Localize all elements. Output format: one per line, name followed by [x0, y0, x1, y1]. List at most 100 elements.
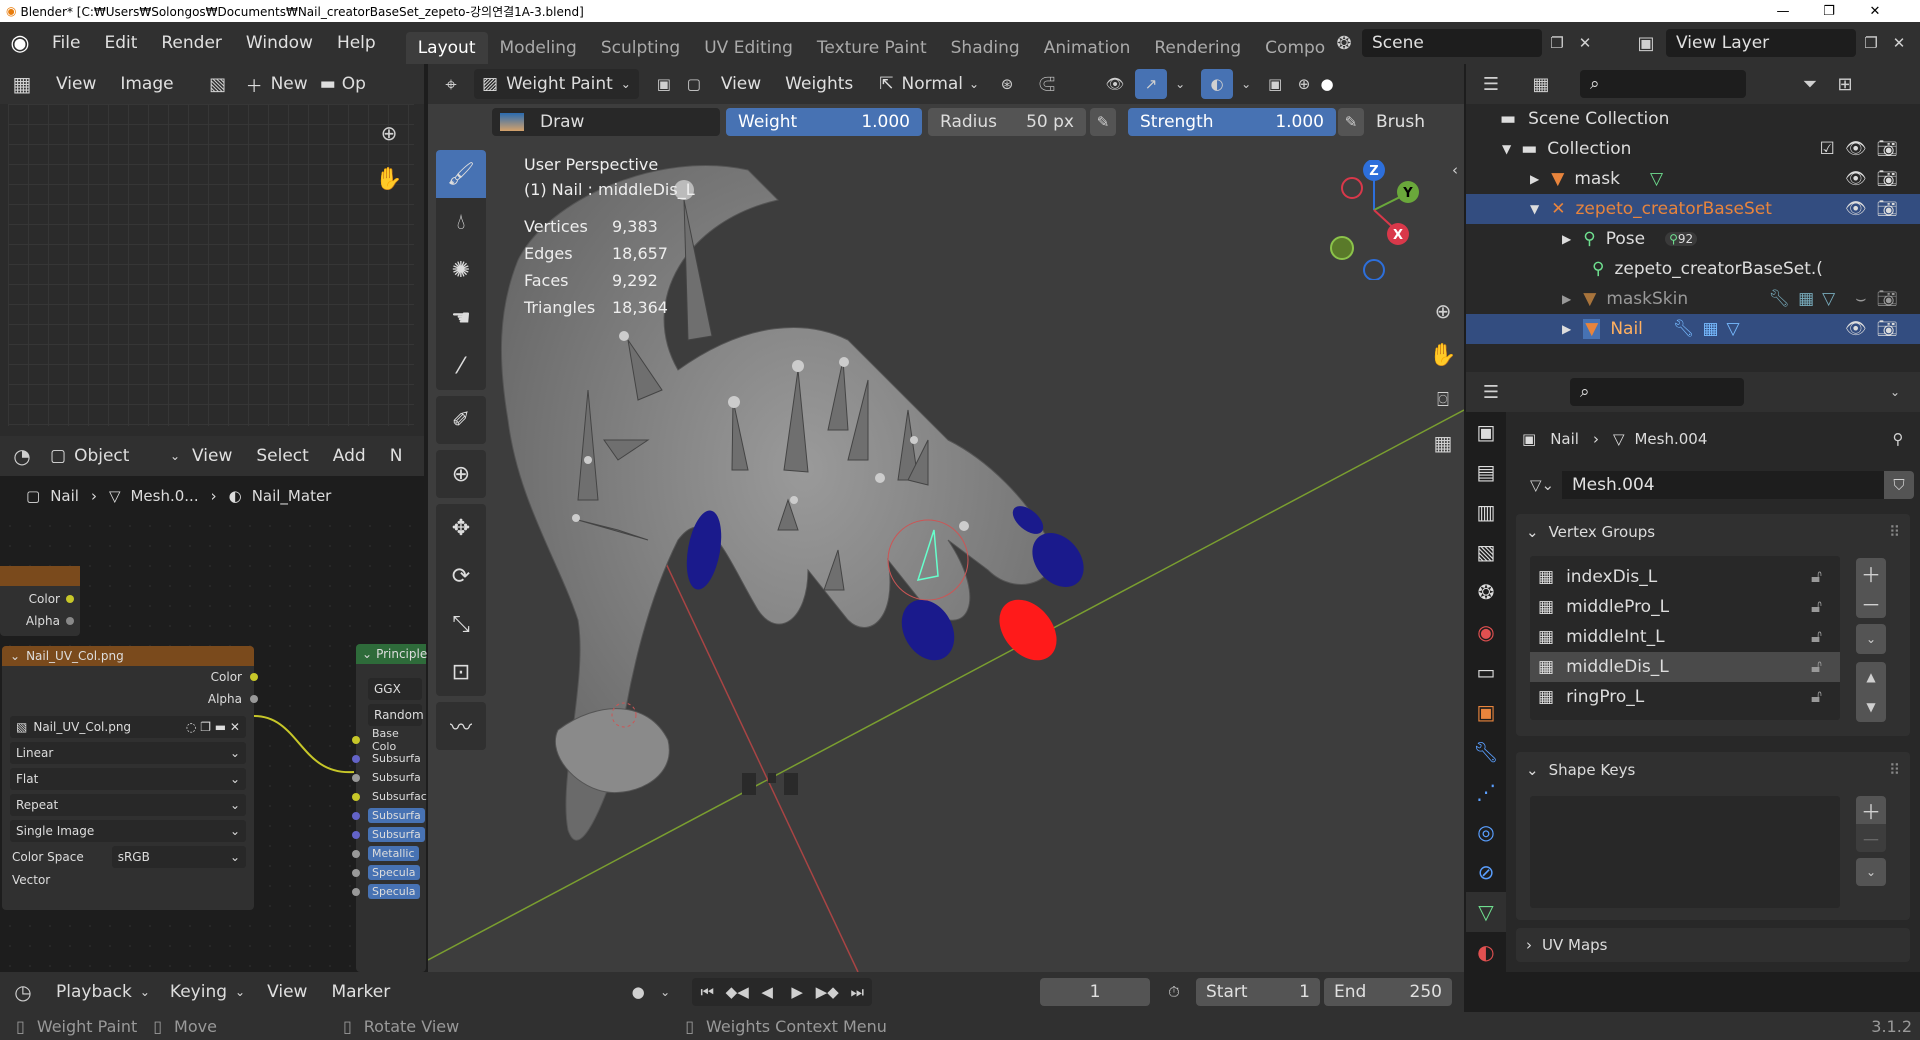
scale-tool[interactable]: ⤡ [436, 600, 486, 648]
vertex-group-row[interactable]: ▦ middleDis_L 🔓︎ [1530, 652, 1840, 682]
transform-tool[interactable]: ⊡ [436, 648, 486, 696]
uv-maps-panel-header[interactable]: › UV Maps [1516, 928, 1910, 962]
properties-search-input[interactable]: ⌕ [1570, 378, 1744, 406]
mesh-name-field[interactable]: Mesh.004 [1562, 471, 1884, 499]
mode-dropdown[interactable]: ▨ Weight Paint ⌄ [474, 69, 639, 99]
socket-icon[interactable] [352, 868, 360, 877]
editor-type-icon[interactable]: ▦ [0, 72, 44, 96]
tab-animation[interactable]: Animation [1032, 32, 1143, 64]
projection-dropdown[interactable]: Flat ⌄ [10, 768, 246, 790]
view-layer-tab-icon[interactable]: ▧ [1466, 532, 1506, 572]
socket-icon[interactable] [352, 811, 360, 820]
weight-slider[interactable]: Weight 1.000 [726, 108, 922, 136]
shape-keys-list[interactable] [1530, 796, 1840, 908]
shield-icon[interactable]: ◌ ❐ ▬ ✕ [186, 720, 240, 734]
eye-camera-icons[interactable]: 👁︎📷︎ [1845, 199, 1908, 219]
collection-tab-icon[interactable]: ▭ [1466, 652, 1506, 692]
overlay-toggle-icon[interactable]: ◐ [1201, 69, 1234, 99]
add-group-button[interactable]: ＋ [1856, 558, 1886, 588]
menu-render[interactable]: Render [149, 33, 234, 53]
eye-camera-icons[interactable]: 👁︎📷︎ [1845, 169, 1908, 189]
menu-node[interactable]: N [378, 446, 415, 466]
principled-input-row[interactable]: Metallic [352, 844, 426, 863]
modifier-tab-icon[interactable]: 🔧︎ [1466, 732, 1506, 772]
outliner-row-collection[interactable]: ▼ ▬ Collection ☑👁︎📷︎ [1466, 134, 1920, 164]
collapse-icon[interactable]: ⌄ [362, 647, 372, 661]
expand-icon[interactable]: ▼ [1502, 142, 1511, 156]
menu-file[interactable]: File [40, 33, 92, 53]
menu-add[interactable]: Add [321, 446, 378, 466]
scene-selector[interactable]: ❂ Scene ❐ ✕ [1326, 28, 1598, 58]
vertex-select-icon[interactable]: ▢ [679, 75, 709, 93]
scene-tab-icon[interactable]: ❂ [1466, 572, 1506, 612]
eye-camera-icons[interactable]: ⌣📷︎ [1855, 289, 1908, 309]
pivot-icon[interactable]: ⊛ [987, 75, 1027, 93]
pan-hand-icon[interactable]: ✋ [1426, 338, 1460, 372]
menu-window[interactable]: Window [234, 33, 325, 53]
end-frame-field[interactable]: End 250 [1324, 978, 1452, 1006]
color-space-dropdown[interactable]: sRGB ⌄ [111, 846, 246, 868]
prev-keyframe-icon[interactable]: ◆◀ [722, 983, 752, 1001]
vertex-group-row[interactable]: ▦ middleInt_L 🔓︎ [1530, 622, 1840, 652]
menu-view[interactable]: View [44, 74, 108, 94]
new-scene-icon[interactable]: ❐ [1542, 34, 1572, 52]
chevron-down-icon[interactable]: ⌄ [1880, 385, 1910, 399]
extension-dropdown[interactable]: Repeat ⌄ [10, 794, 246, 816]
principled-input-row[interactable]: Specula [352, 863, 426, 882]
record-icon[interactable]: ● [622, 983, 654, 1001]
socket-icon[interactable] [352, 887, 360, 896]
menu-view[interactable]: View [709, 74, 773, 94]
principled-bsdf-node[interactable]: ⌄ Principle GGX Random Base Colo Subsurfa S… [352, 644, 427, 972]
tab-compositing[interactable]: Compo [1253, 32, 1337, 64]
annotate-tool[interactable]: 〰 [436, 702, 486, 750]
socket-icon[interactable] [352, 849, 360, 858]
lock-icon[interactable]: 🔓︎ [1811, 597, 1822, 617]
smear-tool[interactable]: ☚ [436, 294, 486, 342]
collapse-icon[interactable]: ⌄ [10, 649, 20, 663]
lock-icon[interactable]: 🔓︎ [1811, 567, 1822, 587]
expand-icon[interactable]: ▶ [1562, 232, 1571, 246]
mesh-datablock-selector[interactable]: ▽⌄ Mesh.004 ⛉ [1522, 470, 1914, 500]
grid-view-icon[interactable]: ▦ [1426, 426, 1460, 460]
tab-uv-editing[interactable]: UV Editing [692, 32, 805, 64]
render-tab-icon[interactable]: ▤ [1466, 452, 1506, 492]
jump-end-icon[interactable]: ⏭ [842, 983, 872, 1001]
mask-icon[interactable]: ▣ [649, 75, 679, 93]
vertex-group-row[interactable]: ▦ middlePro_L 🔓︎ [1530, 592, 1840, 622]
pressure-icon[interactable]: ✎ [1338, 108, 1364, 136]
socket-icon[interactable] [66, 595, 74, 603]
socket-icon[interactable] [352, 754, 360, 763]
start-frame-field[interactable]: Start 1 [1196, 978, 1320, 1006]
remove-group-button[interactable]: － [1856, 588, 1886, 618]
blender-menu-icon[interactable]: ◉ [0, 31, 40, 56]
output-tab-icon[interactable]: ▥ [1466, 492, 1506, 532]
view-layer-field[interactable]: View Layer [1666, 29, 1856, 57]
current-frame-field[interactable]: 1 [1040, 978, 1150, 1006]
outliner-row-armature-data[interactable]: ⚲ zepeto_creatorBaseSet.( [1466, 254, 1920, 284]
expand-icon[interactable]: ▼ [1530, 202, 1539, 216]
menu-image[interactable]: Image [108, 74, 185, 94]
close-button[interactable]: ✕ [1852, 0, 1898, 22]
constraints-tab-icon[interactable]: ⊘ [1466, 852, 1506, 892]
principled-input-row[interactable]: Specula [352, 882, 426, 901]
3d-viewport[interactable]: ⌖ ▨ Weight Paint ⌄ ▣ ▢ View Weights ⇱ Norma… [428, 64, 1464, 972]
chevron-down-icon[interactable]: ⌄ [654, 985, 676, 999]
principled-input-row[interactable]: Subsurfa [352, 749, 426, 768]
delete-view-layer-icon[interactable]: ✕ [1886, 34, 1912, 52]
tab-texture-paint[interactable]: Texture Paint [805, 32, 939, 64]
tab-rendering[interactable]: Rendering [1142, 32, 1253, 64]
chevron-down-icon[interactable]: ⌄ [1233, 77, 1259, 91]
menu-help[interactable]: Help [325, 33, 388, 53]
gizmo-toggle-icon[interactable]: ↗ [1135, 69, 1168, 99]
gradient-tool[interactable]: ⁄ [436, 342, 486, 390]
vertex-group-row[interactable]: ▦ indexDis_L 🔓︎ [1530, 562, 1840, 592]
play-icon[interactable]: ▶ [782, 983, 812, 1001]
pin-icon[interactable]: ⚲ [1884, 424, 1912, 454]
image-browse-icon[interactable]: ▧ [196, 74, 240, 95]
vertex-groups-header[interactable]: ⌄ Vertex Groups ⠿ [1516, 514, 1910, 550]
orientation-dropdown[interactable]: ⇱ Normal ⌄ [871, 69, 987, 99]
jump-start-icon[interactable]: ⏮ [692, 983, 722, 1001]
delete-scene-icon[interactable]: ✕ [1572, 34, 1598, 52]
sidebar-toggle-icon[interactable]: ‹ [1448, 160, 1462, 180]
tab-shading[interactable]: Shading [939, 32, 1032, 64]
